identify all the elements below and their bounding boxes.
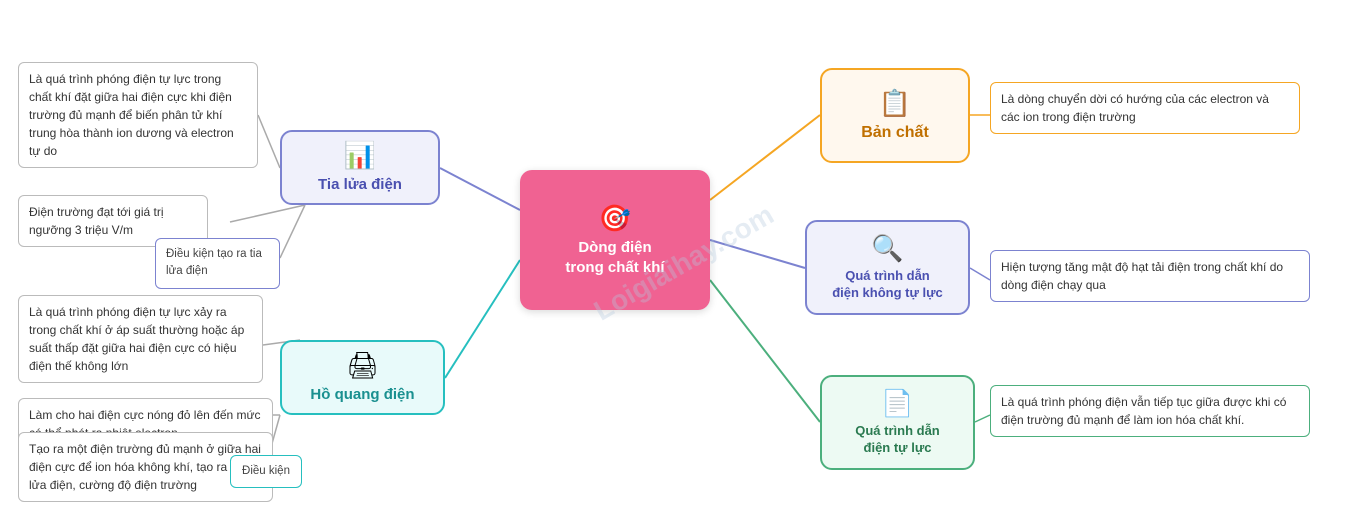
qtdd-tu-luc-node: 📄 Quá trình dẫnđiện tự lực <box>820 375 975 470</box>
mind-map-canvas: Loigiaihay.com 🎯 Dòng điệntrong <box>0 0 1368 526</box>
info-qtdd-tu-luc: Là quá trình phóng điện vẫn tiếp tục giữ… <box>990 385 1310 437</box>
tia-lua-label: Tia lửa điện <box>318 175 402 195</box>
info-ban-chat: Là dòng chuyển dời có hướng của các elec… <box>990 82 1300 134</box>
ban-chat-label: Bản chất <box>861 123 929 144</box>
ho-quang-icon: 🖨 <box>346 350 379 381</box>
center-label: Dòng điệntrong chất khí <box>565 238 664 277</box>
ban-chat-icon: 📋 <box>879 88 911 119</box>
qtdd-khong-node: 🔍 Quá trình dẫnđiện không tự lực <box>805 220 970 315</box>
qtdd-tu-luc-icon: 📄 <box>881 388 913 419</box>
info-qtdd-khong: Hiện tượng tăng mật độ hạt tải điện tron… <box>990 250 1310 302</box>
ban-chat-node: 📋 Bản chất <box>820 68 970 163</box>
ho-quang-node: 🖨 Hồ quang điện <box>280 340 445 415</box>
tia-lua-icon: 📊 <box>344 140 376 171</box>
qtdd-tu-luc-label: Quá trình dẫnđiện tự lực <box>855 423 940 457</box>
info-tia-lua-top: Là quá trình phóng điện tự lực trong chấ… <box>18 62 258 168</box>
info-tia-lua-cond: Điều kiện tạo ra tia lửa điện <box>155 238 280 289</box>
ho-quang-label: Hồ quang điện <box>310 385 414 405</box>
qtdd-khong-icon: 🔍 <box>871 233 903 264</box>
info-ho-quang-cond: Điều kiện <box>230 455 302 488</box>
qtdd-khong-label: Quá trình dẫnđiện không tự lực <box>832 268 943 302</box>
tia-lua-node: 📊 Tia lửa điện <box>280 130 440 205</box>
info-ho-quang-top: Là quá trình phóng điện tự lực xảy ra tr… <box>18 295 263 383</box>
center-node: 🎯 Dòng điệntrong chất khí <box>520 170 710 310</box>
center-icon: 🎯 <box>599 203 631 234</box>
